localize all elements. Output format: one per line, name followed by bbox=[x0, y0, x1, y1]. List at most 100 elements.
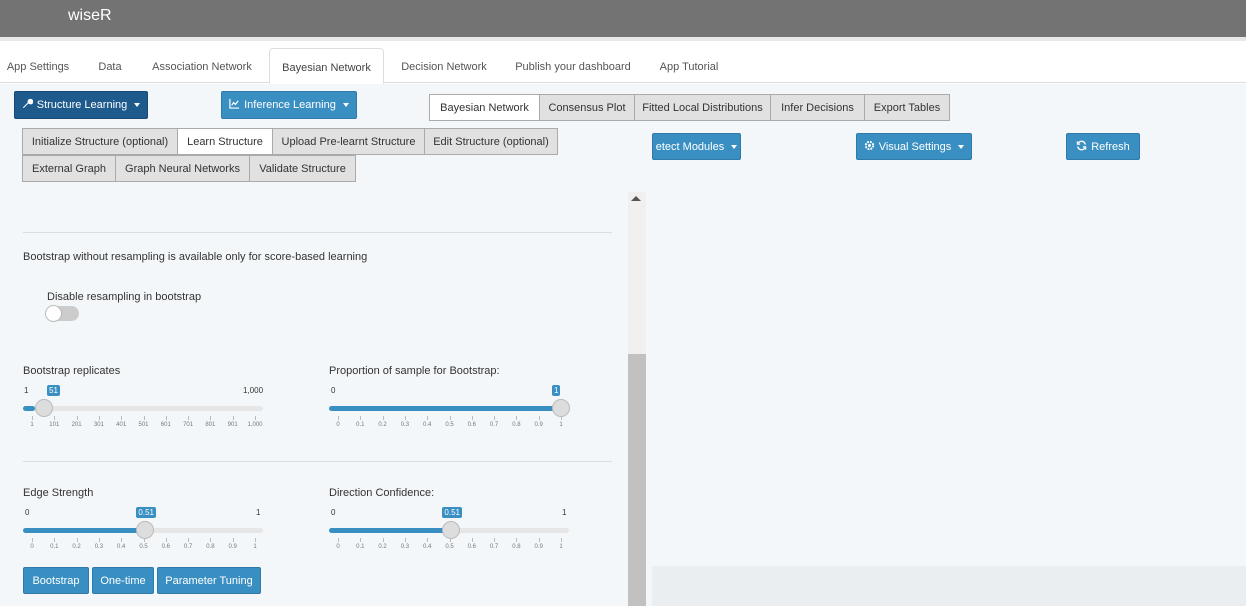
slider-handle[interactable] bbox=[35, 399, 53, 417]
slider-min-label: 0 bbox=[331, 386, 336, 395]
slider-tick-label: 0.2 bbox=[378, 544, 387, 550]
visual-settings-dropdown[interactable]: Visual Settings bbox=[856, 133, 972, 160]
toggle-knob[interactable] bbox=[45, 305, 62, 322]
slider-tick-label: 501 bbox=[138, 422, 149, 428]
slider-tick bbox=[165, 538, 167, 542]
slider-tick-label: 101 bbox=[49, 422, 60, 428]
slider-tick bbox=[188, 416, 190, 420]
slider-tick bbox=[255, 416, 256, 420]
tab-fitted-local-distributions[interactable]: Fitted Local Distributions bbox=[634, 94, 771, 121]
direction-confidence-label: Direction Confidence: bbox=[329, 487, 435, 499]
bootstrap-replicates-slider[interactable] bbox=[23, 406, 263, 411]
slider-min-label: 0 bbox=[25, 508, 30, 517]
refresh-icon bbox=[1076, 140, 1087, 154]
tab-initialize-structure[interactable]: Initialize Structure (optional) bbox=[22, 128, 178, 155]
structure-learning-dropdown[interactable]: Structure Learning bbox=[14, 91, 148, 119]
edge-strength-label: Edge Strength bbox=[23, 487, 94, 499]
tab-export-tables[interactable]: Export Tables bbox=[864, 94, 950, 121]
slider-tick bbox=[143, 416, 145, 420]
tab-decision-network[interactable]: Decision Network bbox=[393, 48, 495, 83]
slider-tick-label: 0.2 bbox=[378, 422, 387, 428]
slider-tick-label: 0.8 bbox=[512, 422, 521, 428]
slider-tick bbox=[382, 538, 384, 542]
tab-upload-prelearnt-structure[interactable]: Upload Pre-learnt Structure bbox=[272, 128, 425, 155]
slider-tick bbox=[54, 538, 56, 542]
slider-handle[interactable] bbox=[552, 399, 570, 417]
refresh-label: Refresh bbox=[1091, 140, 1130, 153]
slider-fill bbox=[23, 406, 35, 411]
parameter-tuning-button[interactable]: Parameter Tuning bbox=[157, 567, 261, 594]
slider-tick-label: 0.3 bbox=[400, 422, 410, 428]
slider-tick bbox=[538, 538, 540, 542]
brand-title: wiseR bbox=[68, 7, 112, 24]
slider-tick bbox=[427, 416, 429, 420]
tab-validate-structure[interactable]: Validate Structure bbox=[249, 155, 356, 182]
detect-modules-label: etect Modules bbox=[655, 140, 725, 153]
slider-tick bbox=[494, 538, 496, 542]
slider-tick-label: 0.5 bbox=[445, 544, 454, 550]
slider-tick bbox=[232, 416, 234, 420]
tab-association-network[interactable]: Association Network bbox=[145, 48, 259, 83]
slider-tick-label: 0.8 bbox=[512, 544, 521, 550]
slider-max-label: 1 bbox=[256, 508, 261, 517]
caret-down-icon bbox=[134, 103, 141, 107]
slider-fill bbox=[23, 528, 146, 533]
tab-data[interactable]: Data bbox=[90, 48, 130, 83]
slider-tick bbox=[76, 416, 78, 420]
slider-tick bbox=[121, 538, 123, 542]
caret-down-icon bbox=[342, 103, 349, 107]
tab-graph-neural-networks[interactable]: Graph Neural Networks bbox=[115, 155, 250, 182]
scrollbar-thumb[interactable] bbox=[628, 354, 646, 606]
slider-tick-label: 1 bbox=[559, 422, 563, 428]
tab-infer-decisions[interactable]: Infer Decisions bbox=[770, 94, 865, 121]
tab-publish-dashboard[interactable]: Publish your dashboard bbox=[509, 48, 637, 83]
slider-tick-label: 1,000 bbox=[247, 422, 263, 428]
slider-tick bbox=[382, 416, 384, 420]
bootstrap-button[interactable]: Bootstrap bbox=[23, 567, 89, 594]
gear-icon bbox=[864, 140, 875, 154]
tab-bayesian-network-plot[interactable]: Bayesian Network bbox=[429, 94, 540, 121]
slider-tick bbox=[165, 416, 167, 420]
divider bbox=[23, 232, 612, 233]
tab-consensus-plot[interactable]: Consensus Plot bbox=[539, 94, 635, 121]
slider-tick-label: 0.9 bbox=[228, 544, 237, 550]
bootstrap-replicates-label: Bootstrap replicates bbox=[23, 365, 121, 377]
slider-tick-label: 0.3 bbox=[400, 544, 410, 550]
slider-tick-label: 301 bbox=[93, 422, 104, 428]
tab-edit-structure[interactable]: Edit Structure (optional) bbox=[424, 128, 558, 155]
slider-tick-label: 0.5 bbox=[139, 544, 148, 550]
inference-learning-dropdown[interactable]: Inference Learning bbox=[221, 91, 357, 119]
inference-learning-label: Inference Learning bbox=[244, 99, 336, 111]
slider-tick bbox=[32, 538, 33, 542]
slider-tick bbox=[471, 416, 473, 420]
slider-min-label: 1 bbox=[24, 386, 29, 395]
slider-tick-label: 201 bbox=[71, 422, 82, 428]
scroll-up-arrow-icon[interactable] bbox=[631, 196, 641, 201]
slider-tick bbox=[516, 416, 518, 420]
structure-learning-label: Structure Learning bbox=[36, 99, 128, 111]
wrench-icon bbox=[22, 98, 33, 112]
slider-tick bbox=[449, 538, 451, 542]
slider-value-badge: 1 bbox=[552, 385, 561, 396]
slider-tick-label: 0.5 bbox=[445, 422, 454, 428]
slider-value-badge: 51 bbox=[47, 385, 60, 396]
slider-tick bbox=[210, 416, 212, 420]
slider-tick-label: 0.2 bbox=[72, 544, 81, 550]
tab-app-tutorial[interactable]: App Tutorial bbox=[653, 48, 725, 83]
slider-value-badge: 0.51 bbox=[136, 507, 156, 518]
refresh-button[interactable]: Refresh bbox=[1066, 133, 1140, 160]
tab-external-graph[interactable]: External Graph bbox=[22, 155, 116, 182]
slider-tick bbox=[538, 416, 540, 420]
detect-modules-dropdown[interactable]: etect Modules bbox=[652, 133, 741, 160]
tab-app-settings[interactable]: App Settings bbox=[0, 48, 76, 83]
slider-tick-label: 1 bbox=[559, 544, 563, 550]
one-time-button[interactable]: One-time bbox=[92, 567, 154, 594]
slider-tick-label: 0.7 bbox=[489, 422, 499, 428]
slider-tick bbox=[360, 416, 362, 420]
slider-tick bbox=[427, 538, 429, 542]
slider-tick-label: 1 bbox=[253, 544, 257, 550]
tab-bayesian-network[interactable]: Bayesian Network bbox=[269, 48, 384, 84]
slider-tick bbox=[143, 538, 145, 542]
slider-max-label: 1,000 bbox=[243, 386, 264, 395]
tab-learn-structure[interactable]: Learn Structure bbox=[177, 128, 273, 155]
